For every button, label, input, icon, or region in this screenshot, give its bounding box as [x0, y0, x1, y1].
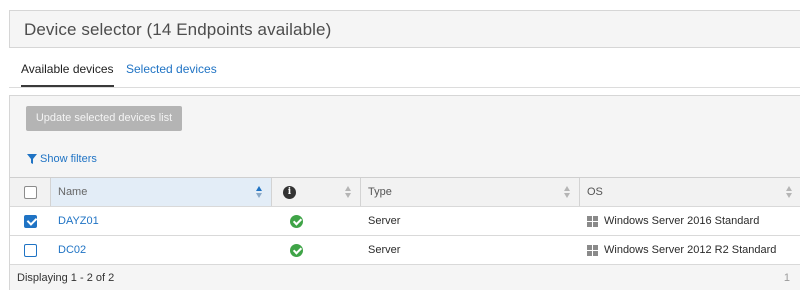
- page-title: Device selector (14 Endpoints available): [9, 10, 800, 48]
- device-name-cell: DC02: [51, 236, 272, 264]
- windows-logo-icon: [587, 244, 598, 256]
- column-header-type[interactable]: Type: [361, 178, 580, 206]
- row-checkbox[interactable]: [24, 214, 37, 228]
- windows-logo-icon: [587, 215, 598, 227]
- tab-selected-devices[interactable]: Selected devices: [126, 62, 217, 76]
- device-panel: Update selected devices list Show filter…: [9, 95, 800, 290]
- sort-info-icon[interactable]: [345, 186, 352, 198]
- column-header-os[interactable]: OS: [580, 178, 800, 206]
- table-row[interactable]: DAYZ01 Server Windows Server 2016 Standa…: [10, 207, 800, 236]
- select-all-checkbox[interactable]: [23, 185, 37, 199]
- status-cell: [272, 207, 361, 235]
- column-type-label: Type: [368, 186, 392, 198]
- header-select-cell: [10, 178, 51, 206]
- device-os-label: Windows Server 2016 Standard: [604, 215, 760, 227]
- column-name-label: Name: [58, 186, 88, 198]
- tab-bar: Available devices Selected devices: [9, 58, 800, 88]
- show-filters-label: Show filters: [40, 153, 97, 165]
- row-select-cell: [10, 207, 51, 235]
- row-checkbox[interactable]: [24, 243, 37, 257]
- update-selected-devices-button[interactable]: Update selected devices list: [26, 106, 182, 131]
- row-select-cell: [10, 236, 51, 264]
- column-os-label: OS: [587, 186, 603, 198]
- pagination-summary: Displaying 1 - 2 of 2: [17, 272, 115, 284]
- device-name-link[interactable]: DAYZ01: [58, 215, 99, 227]
- sort-os-icon[interactable]: [786, 186, 793, 198]
- table-header-row: Name i Type OS: [10, 178, 800, 207]
- table-footer: Displaying 1 - 2 of 2 1: [10, 267, 800, 290]
- column-header-name[interactable]: Name: [51, 178, 272, 206]
- check-circle-icon: [290, 243, 303, 257]
- page-number[interactable]: 1: [784, 272, 790, 284]
- device-name-link[interactable]: DC02: [58, 244, 86, 256]
- info-icon: i: [283, 185, 296, 199]
- device-type-cell: Server: [368, 244, 401, 256]
- column-header-info[interactable]: i: [272, 178, 361, 206]
- device-os-label: Windows Server 2012 R2 Standard: [604, 244, 777, 256]
- status-cell: [272, 236, 361, 264]
- sort-name-icon[interactable]: [256, 186, 263, 198]
- devices-table: Name i Type OS DAYZ01 Server Windows Ser…: [10, 177, 800, 265]
- check-circle-icon: [290, 214, 303, 228]
- device-name-cell: DAYZ01: [51, 207, 272, 235]
- device-os-cell: Windows Server 2016 Standard: [580, 207, 800, 235]
- device-os-cell: Windows Server 2012 R2 Standard: [580, 236, 800, 264]
- sort-type-icon[interactable]: [564, 186, 571, 198]
- device-type-cell: Server: [368, 215, 401, 227]
- show-filters-link[interactable]: Show filters: [27, 153, 97, 165]
- tab-available-devices[interactable]: Available devices: [21, 62, 114, 87]
- table-row[interactable]: DC02 Server Windows Server 2012 R2 Stand…: [10, 236, 800, 265]
- filter-icon: [27, 154, 37, 164]
